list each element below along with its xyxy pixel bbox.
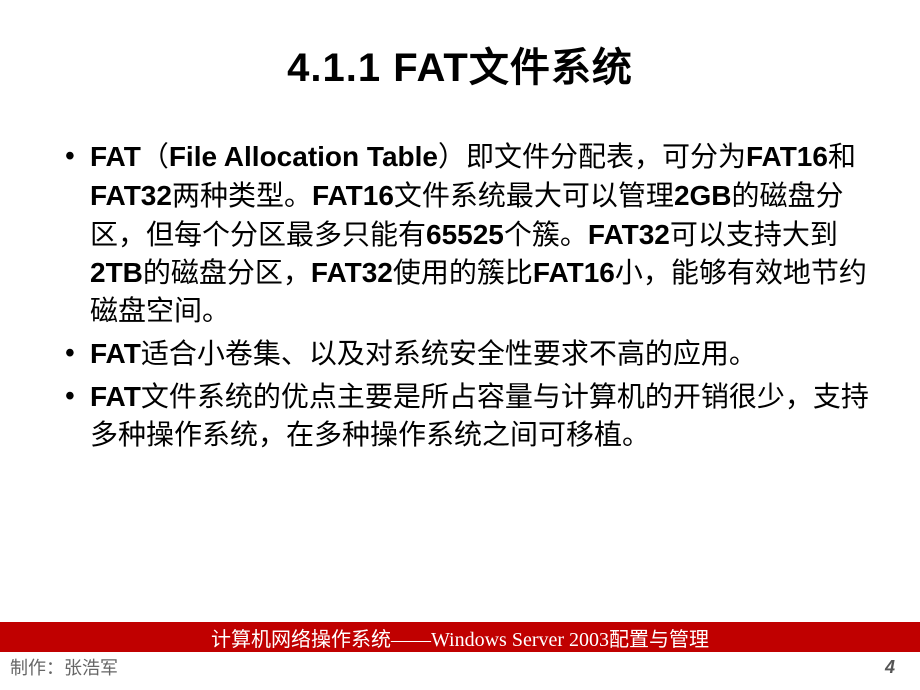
text-part: FAT16 xyxy=(312,180,394,211)
text-part: 65525 xyxy=(426,219,504,250)
text-part: 文件系统最大可以管理 xyxy=(394,181,674,212)
author-line: 制作：张浩军 4 xyxy=(10,654,910,680)
bullet-item-2: FAT适合小卷集、以及对系统安全性要求不高的应用。 xyxy=(60,335,870,374)
text-part: FAT xyxy=(90,381,141,412)
text-part: FAT32 xyxy=(588,219,670,250)
page-number: 4 xyxy=(885,657,910,678)
text-part: 文件系统的优点主要是所占容量与计算机的开销很少，支持多种操作系统，在多种操作系统… xyxy=(90,382,869,451)
bullet-item-1: FAT（File Allocation Table）即文件分配表，可分为FAT1… xyxy=(60,138,870,331)
bullet-item-3: FAT文件系统的优点主要是所占容量与计算机的开销很少，支持多种操作系统，在多种操… xyxy=(60,378,870,455)
text-part: 适合小卷集、以及对系统安全性要求不高的应用。 xyxy=(141,339,757,370)
text-part: FAT16 xyxy=(533,257,615,288)
footer-bar: 计算机网络操作系统——Windows Server 2003配置与管理 xyxy=(0,622,920,652)
text-part: FAT xyxy=(90,141,141,172)
bullet-list: FAT（File Allocation Table）即文件分配表，可分为FAT1… xyxy=(50,138,870,454)
text-part: 2TB xyxy=(90,257,143,288)
text-part: 两种类型。 xyxy=(172,181,312,212)
text-part: （ xyxy=(141,142,169,173)
text-part: FAT xyxy=(90,338,141,369)
text-part: ）即文件分配表，可分为 xyxy=(438,142,746,173)
text-part: 的磁盘分区， xyxy=(143,258,311,289)
text-part: 使用的簇比 xyxy=(393,258,533,289)
text-part: 2GB xyxy=(674,180,732,211)
footer-text: 计算机网络操作系统——Windows Server 2003配置与管理 xyxy=(211,623,709,652)
author-text: 制作：张浩军 xyxy=(10,654,118,680)
text-part: 和 xyxy=(828,142,856,173)
text-part: FAT32 xyxy=(311,257,393,288)
text-part: FAT32 xyxy=(90,180,172,211)
slide-container: 4.1.1 FAT文件系统 FAT（File Allocation Table）… xyxy=(0,0,920,690)
text-part: 个簇。 xyxy=(504,220,588,251)
text-part: File Allocation Table xyxy=(169,141,438,172)
slide-title: 4.1.1 FAT文件系统 xyxy=(50,35,870,93)
text-part: FAT16 xyxy=(746,141,828,172)
text-part: 可以支持大到 xyxy=(670,220,838,251)
